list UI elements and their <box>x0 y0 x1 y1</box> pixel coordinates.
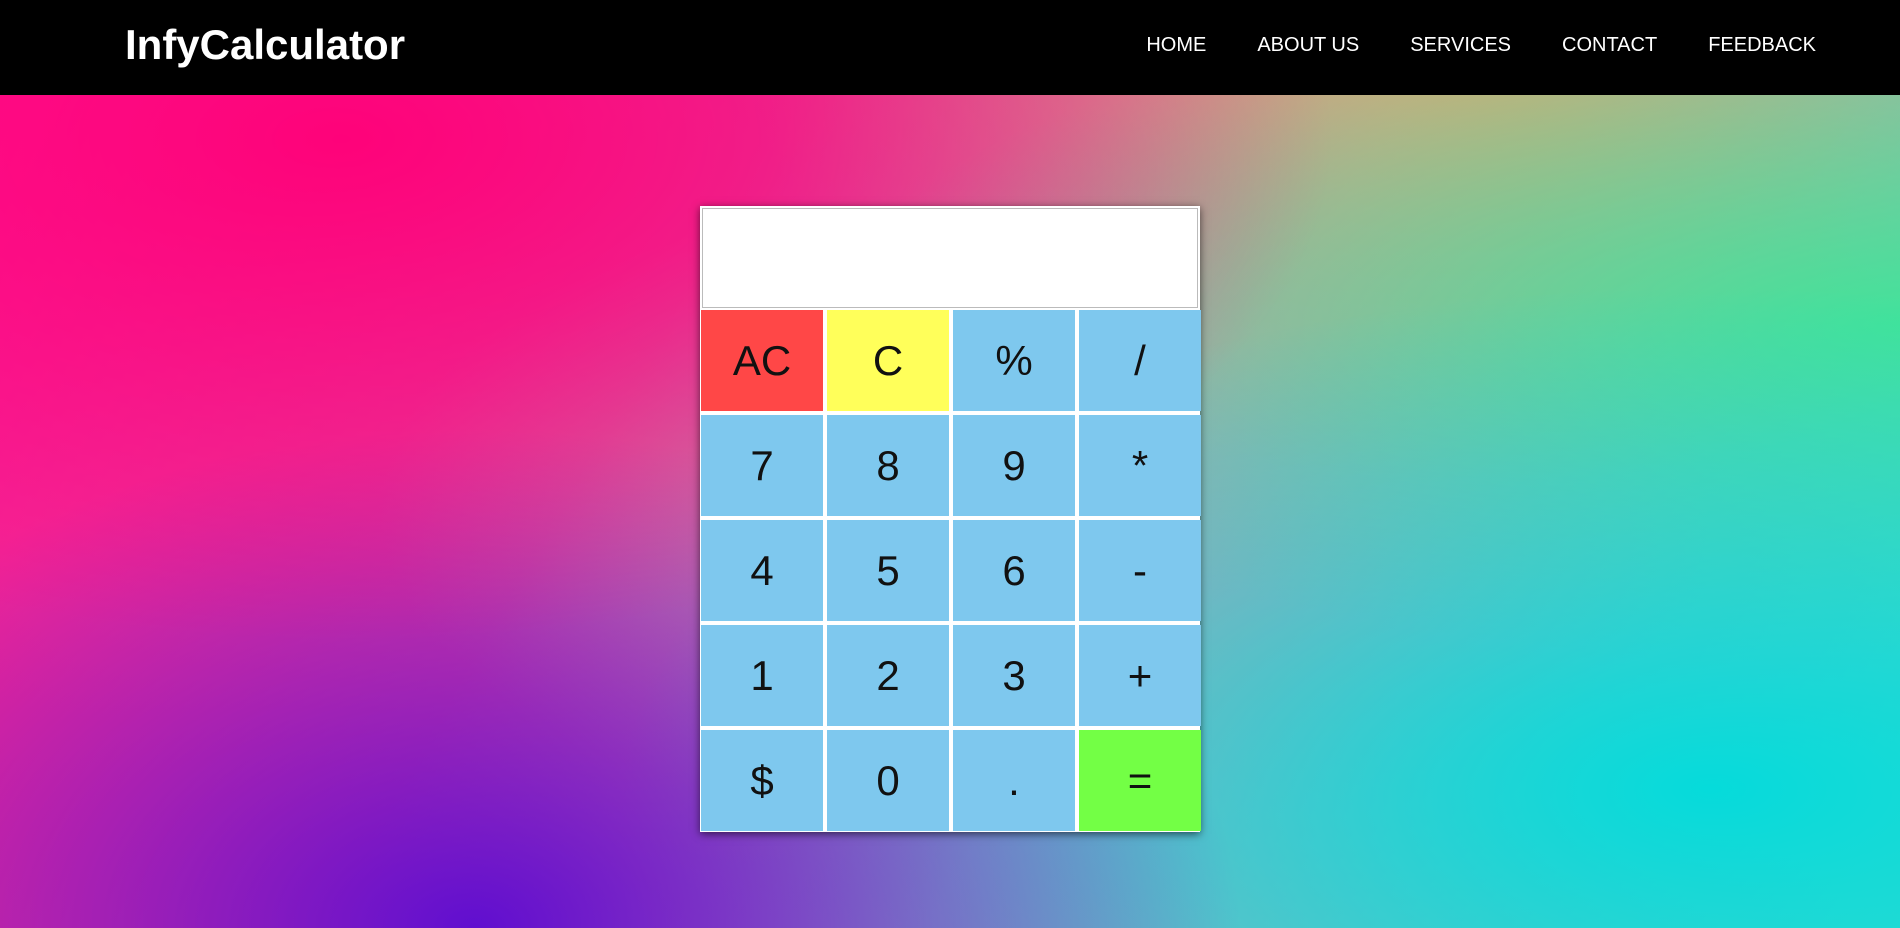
calculator: AC C % / 7 8 9 * 4 5 6 - 1 2 3 + $ 0 . = <box>700 206 1201 832</box>
key-add[interactable]: + <box>1079 625 1201 726</box>
navbar: InfyCalculator HOME ABOUT US SERVICES CO… <box>0 0 1900 95</box>
nav-link-home[interactable]: HOME <box>1146 30 1206 60</box>
brand-logo[interactable]: InfyCalculator <box>125 20 405 70</box>
key-all-clear[interactable]: AC <box>701 310 823 411</box>
key-decimal[interactable]: . <box>953 730 1075 831</box>
nav-links: HOME ABOUT US SERVICES CONTACT FEEDBACK <box>1095 30 1816 60</box>
nav-link-contact[interactable]: CONTACT <box>1562 30 1657 60</box>
nav-link-feedback[interactable]: FEEDBACK <box>1708 30 1816 60</box>
key-2[interactable]: 2 <box>827 625 949 726</box>
key-1[interactable]: 1 <box>701 625 823 726</box>
key-7[interactable]: 7 <box>701 415 823 516</box>
key-percent[interactable]: % <box>953 310 1075 411</box>
nav-link-services[interactable]: SERVICES <box>1410 30 1511 60</box>
key-0[interactable]: 0 <box>827 730 949 831</box>
key-multiply[interactable]: * <box>1079 415 1201 516</box>
key-equals[interactable]: = <box>1079 730 1201 831</box>
key-dollar[interactable]: $ <box>701 730 823 831</box>
key-4[interactable]: 4 <box>701 520 823 621</box>
nav-link-about-us[interactable]: ABOUT US <box>1257 30 1359 60</box>
key-clear[interactable]: C <box>827 310 949 411</box>
key-3[interactable]: 3 <box>953 625 1075 726</box>
key-divide[interactable]: / <box>1079 310 1201 411</box>
key-5[interactable]: 5 <box>827 520 949 621</box>
calculator-display[interactable] <box>702 208 1198 308</box>
key-6[interactable]: 6 <box>953 520 1075 621</box>
key-subtract[interactable]: - <box>1079 520 1201 621</box>
calculator-keypad: AC C % / 7 8 9 * 4 5 6 - 1 2 3 + $ 0 . = <box>700 310 1201 831</box>
key-9[interactable]: 9 <box>953 415 1075 516</box>
key-8[interactable]: 8 <box>827 415 949 516</box>
